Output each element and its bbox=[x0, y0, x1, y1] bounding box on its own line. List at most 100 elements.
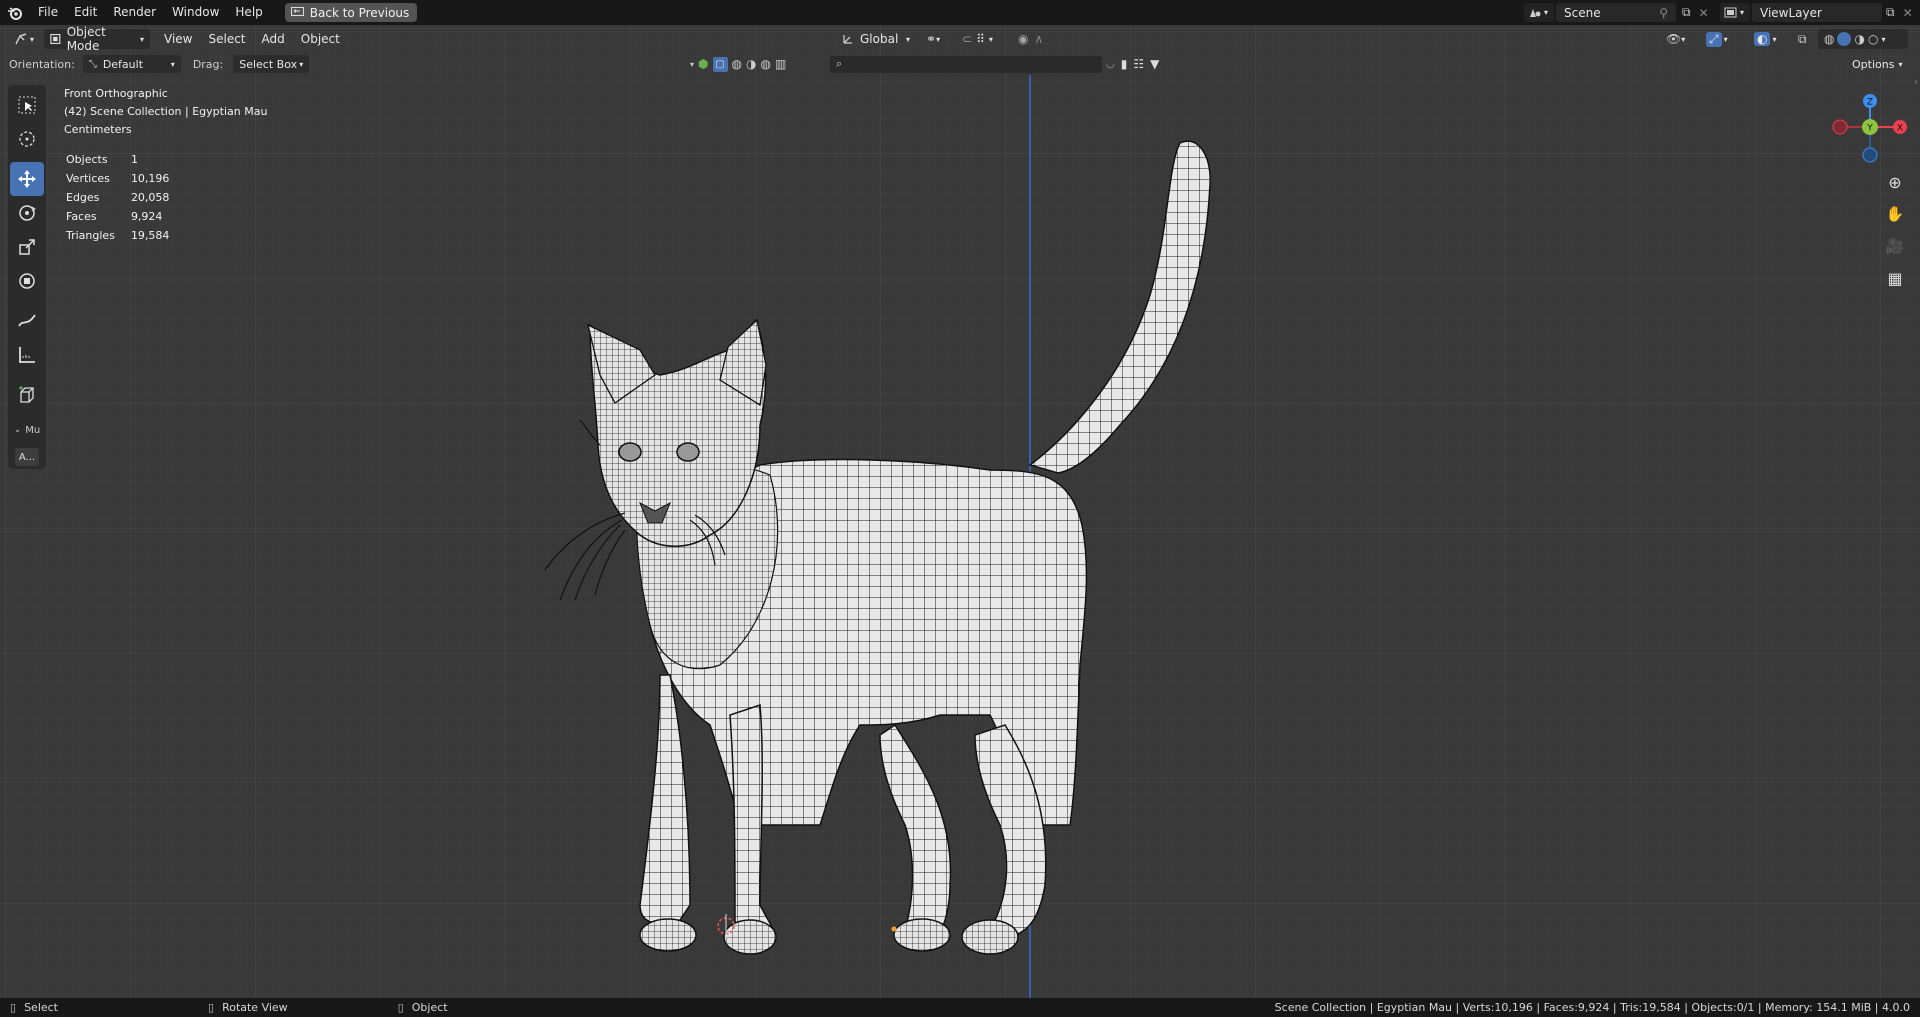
menu-object[interactable]: Object bbox=[293, 27, 348, 52]
bookmark-icon[interactable]: ▮ bbox=[1121, 57, 1128, 71]
visibility-dropdown[interactable]: 👁 ▾ bbox=[1660, 29, 1694, 49]
menu-render[interactable]: Render bbox=[105, 0, 164, 25]
wireframe-shading-icon[interactable]: ◍ bbox=[1824, 32, 1834, 46]
pin-icon[interactable]: ⚲ bbox=[1659, 6, 1668, 20]
scene-browse-button[interactable]: ▾ bbox=[1524, 3, 1554, 22]
scale-icon bbox=[19, 239, 35, 255]
clear-search-icon[interactable]: ◡ bbox=[1106, 59, 1115, 70]
view-layer-name-field[interactable]: ViewLayer bbox=[1752, 3, 1882, 22]
proportional-editing-controls[interactable]: ◉ ∧ bbox=[1012, 29, 1060, 49]
viewport-canvas[interactable] bbox=[0, 25, 1920, 998]
mode-dropdown[interactable]: Object Mode ▾ bbox=[44, 25, 150, 53]
measure-tool[interactable] bbox=[10, 338, 44, 372]
menu-select[interactable]: Select bbox=[200, 27, 253, 52]
stat-row: Faces 9,924 bbox=[66, 208, 183, 225]
transform-orientation-dropdown[interactable]: Global ▾ bbox=[836, 29, 916, 49]
stat-value: 19,584 bbox=[130, 229, 170, 242]
options-dropdown[interactable]: Options ▾ bbox=[1846, 54, 1912, 74]
gizmo-toggle[interactable]: ⤢ ▾ bbox=[1700, 29, 1740, 49]
rotate-tool[interactable] bbox=[10, 196, 44, 230]
transform-icon bbox=[19, 273, 35, 289]
material-shading-icon[interactable]: ◑ bbox=[1854, 32, 1864, 46]
world-filter-icon[interactable]: ◍ bbox=[760, 57, 770, 71]
drag-dropdown[interactable]: Select Box ▾ bbox=[233, 55, 310, 73]
menu-edit[interactable]: Edit bbox=[66, 0, 105, 25]
chevron-down-icon: ▾ bbox=[1681, 34, 1686, 44]
units-label: Centimeters bbox=[64, 123, 132, 136]
sort-icon[interactable]: ☷ bbox=[1133, 57, 1144, 71]
gizmo-neg-z-axis[interactable] bbox=[1862, 147, 1878, 163]
overlays-toggle[interactable]: ◐ ▾ bbox=[1748, 29, 1788, 49]
stat-label: Faces bbox=[66, 210, 97, 223]
view-layer-selector: ▾ ViewLayer ⧉ ✕ bbox=[1720, 3, 1913, 22]
zoom-button[interactable]: ⊕ bbox=[1882, 169, 1908, 195]
cursor-tool[interactable] bbox=[10, 122, 44, 156]
blender-logo-icon[interactable] bbox=[0, 0, 30, 25]
snap-controls[interactable]: ⊂ ⠿ ▾ bbox=[956, 29, 1008, 49]
sidebar-expand-icon[interactable]: ‹ bbox=[1914, 77, 1920, 97]
rotate-icon bbox=[19, 205, 36, 221]
annotate-tool[interactable] bbox=[10, 304, 44, 338]
stat-row: Objects 1 bbox=[66, 151, 183, 168]
pan-button[interactable]: ✋ bbox=[1882, 201, 1908, 227]
mouse-right-icon: ▯ bbox=[397, 1001, 404, 1014]
overlays-icon: ◐ bbox=[1754, 32, 1771, 46]
menu-file[interactable]: File bbox=[30, 0, 66, 25]
menu-window[interactable]: Window bbox=[164, 0, 227, 25]
light-filter-icon[interactable]: ◑ bbox=[746, 57, 756, 71]
delete-scene-icon[interactable]: ✕ bbox=[1699, 6, 1709, 20]
shading-mode-buttons[interactable]: ◍ ◑ ○ ▾ bbox=[1818, 29, 1908, 49]
new-scene-icon[interactable]: ⧉ bbox=[1682, 5, 1691, 20]
3d-viewport[interactable]: ▾ Object Mode ▾ View Select Add Object G… bbox=[0, 25, 1920, 998]
menu-help[interactable]: Help bbox=[227, 0, 270, 25]
add-cube-tool[interactable] bbox=[10, 378, 44, 412]
tool-shelf: ⌄ Mu A... bbox=[8, 85, 46, 469]
perspective-toggle-button[interactable]: ▦ bbox=[1882, 265, 1908, 291]
gizmo-neg-x-axis[interactable] bbox=[1832, 119, 1848, 135]
filter-icon[interactable]: ▼ bbox=[1150, 57, 1159, 71]
solid-shading-icon[interactable] bbox=[1837, 32, 1852, 46]
navigation-gizmo[interactable]: Z X Y bbox=[1830, 83, 1910, 163]
small-panel-button[interactable]: A... bbox=[15, 448, 39, 466]
falloff-icon[interactable]: ∧ bbox=[1034, 32, 1043, 46]
rendered-shading-icon[interactable]: ○ bbox=[1868, 32, 1878, 46]
search-field[interactable]: ⌕ bbox=[830, 55, 1102, 73]
new-view-layer-icon[interactable]: ⧉ bbox=[1886, 5, 1895, 20]
back-to-previous-button[interactable]: Back to Previous bbox=[284, 3, 418, 22]
xray-toggle[interactable]: ⧉ bbox=[1792, 29, 1816, 49]
orientation-dropdown[interactable]: ⤡ Default ▾ bbox=[82, 55, 181, 73]
pivot-point-dropdown[interactable]: ⚭ ▾ bbox=[920, 29, 954, 49]
camera-view-button[interactable]: 🎥 bbox=[1882, 233, 1908, 259]
stat-value: 1 bbox=[130, 153, 138, 166]
status-object-hint: ▯ Object bbox=[398, 1001, 448, 1014]
stat-row: Edges 20,058 bbox=[66, 189, 183, 206]
object-filter-icon[interactable]: ▢ bbox=[712, 56, 728, 72]
status-rotate-label: Rotate View bbox=[222, 1001, 288, 1014]
select-box-tool[interactable] bbox=[10, 88, 44, 122]
orientation-icon bbox=[843, 35, 852, 44]
proportional-edit-icon[interactable]: ◉ bbox=[1018, 32, 1028, 46]
scene-name-field[interactable]: Scene ⚲ bbox=[1556, 3, 1676, 22]
collapsed-panel[interactable]: ⌄ Mu bbox=[14, 418, 41, 442]
chevron-down-icon: ▾ bbox=[299, 59, 304, 69]
mesh-filter-icon[interactable]: ◍ bbox=[732, 57, 742, 71]
gizmo-y-label: Y bbox=[1866, 124, 1873, 134]
menu-view[interactable]: View bbox=[156, 27, 200, 52]
snap-increment-icon[interactable]: ⠿ bbox=[976, 32, 985, 46]
move-tool[interactable] bbox=[10, 162, 44, 196]
top-menu-bar: File Edit Render Window Help Back to Pre… bbox=[0, 0, 1920, 25]
view-layer-browse-button[interactable]: ▾ bbox=[1720, 3, 1750, 22]
menu-add[interactable]: Add bbox=[254, 27, 293, 52]
transform-tool[interactable] bbox=[10, 264, 44, 298]
scale-tool[interactable] bbox=[10, 230, 44, 264]
editor-type-button[interactable]: ▾ bbox=[8, 29, 40, 49]
select-box-icon bbox=[18, 96, 36, 114]
delete-view-layer-icon[interactable]: ✕ bbox=[1903, 6, 1913, 20]
chevron-down-icon[interactable]: ▾ bbox=[690, 60, 694, 69]
scene-selector: ▾ Scene ⚲ ⧉ ✕ bbox=[1524, 3, 1709, 22]
magnet-icon[interactable]: ⊂ bbox=[962, 32, 972, 46]
editor-type-icon bbox=[15, 33, 27, 45]
view-name: Front Orthographic bbox=[64, 87, 168, 100]
camera-filter-icon[interactable]: ▥ bbox=[775, 57, 786, 71]
collection-icon[interactable]: ⬢ bbox=[698, 57, 708, 71]
